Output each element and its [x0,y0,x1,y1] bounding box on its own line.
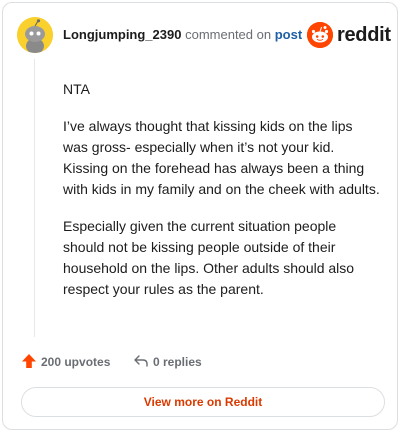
comment-paragraph: I’ve always thought that kissing kids on… [63,118,380,197]
snoo-avatar-icon [17,17,53,53]
reddit-wordmark: reddit [337,24,391,46]
reply-button[interactable]: 0 replies [133,353,233,371]
embedded-comment-card: Longjumping_2390 commented on post reddi… [2,2,398,430]
avatar[interactable] [17,17,53,53]
commented-on-text: commented on [185,27,272,42]
reply-count: 0 replies [153,355,202,369]
username-link[interactable]: Longjumping_2390 [63,27,181,42]
comment-paragraph: NTA [63,81,90,97]
post-link[interactable]: post [275,27,302,42]
thread-line[interactable] [34,59,35,337]
comment-meta: Longjumping_2390 commented on post [63,27,302,43]
upvote-button[interactable]: 200 upvotes [21,353,121,371]
reddit-logo[interactable]: reddit [307,22,391,48]
comment-body: NTA I’ve always thought that kissing kid… [63,79,381,316]
reddit-snoo-icon [307,22,333,48]
view-more-button[interactable]: View more on Reddit [21,387,385,417]
comment-paragraph: Especially given the current situation p… [63,218,355,297]
comment-header: Longjumping_2390 commented on post reddi… [17,17,391,53]
upvote-count: 200 upvotes [41,355,111,369]
reply-arrow-icon [134,355,148,367]
upvote-arrow-icon [22,354,36,368]
